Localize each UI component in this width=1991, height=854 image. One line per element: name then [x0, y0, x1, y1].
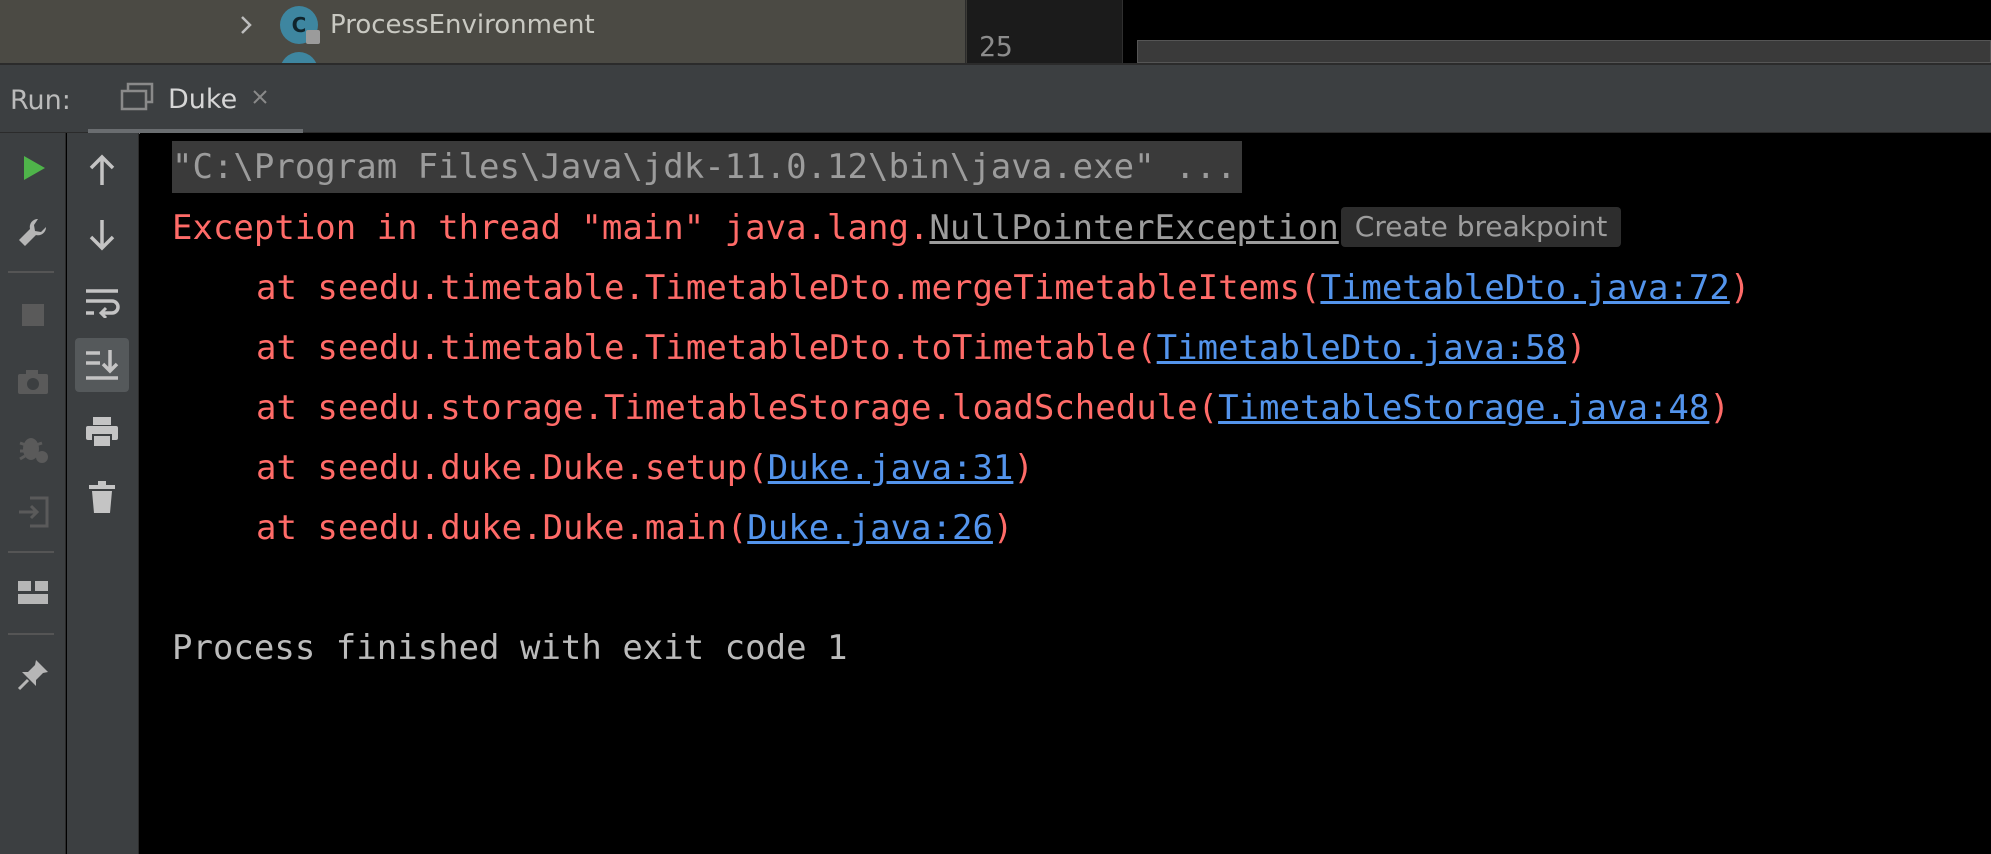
toolbar-separator — [8, 633, 54, 635]
line-number-gutter: 25 — [967, 0, 1123, 63]
source-link[interactable]: Duke.java:31 — [768, 448, 1014, 488]
lock-icon — [306, 30, 320, 44]
tree-item-label: ProcessEnvironment — [330, 10, 595, 40]
source-link[interactable]: TimetableDto.java:72 — [1320, 268, 1729, 308]
line-number: 25 — [979, 30, 1013, 63]
arrow-down-icon[interactable] — [75, 208, 129, 262]
run-left-toolbar — [0, 133, 66, 854]
toolbar-separator — [8, 551, 54, 553]
stack-frame-text: at seedu.timetable.TimetableDto.mergeTim… — [256, 268, 1321, 308]
stack-frame-text: at seedu.storage.TimetableStorage.loadSc… — [256, 388, 1219, 428]
source-link[interactable]: TimetableStorage.java:48 — [1218, 388, 1709, 428]
camera-icon[interactable] — [6, 355, 60, 409]
console-toolbar — [67, 133, 139, 854]
login-arrow-icon[interactable] — [6, 485, 60, 539]
debug-bug-icon[interactable] — [6, 421, 60, 475]
source-link[interactable]: Duke.java:26 — [747, 508, 993, 548]
run-panel-header: Run: Duke — [0, 63, 1991, 134]
stack-trace-line: at seedu.storage.TimetableStorage.loadSc… — [256, 382, 1730, 434]
pin-icon[interactable] — [6, 648, 60, 702]
soft-wrap-icon[interactable] — [75, 275, 129, 329]
stack-frame-suffix: ) — [1709, 388, 1730, 428]
stack-trace-line: at seedu.timetable.TimetableDto.mergeTim… — [256, 262, 1750, 314]
stack-trace-line: at seedu.duke.Duke.main(Duke.java:26) — [256, 502, 1013, 554]
stack-frame-text: at seedu.duke.Duke.main( — [256, 508, 748, 548]
exception-line: Exception in thread "main" java.lang.Nul… — [172, 202, 1622, 254]
scroll-to-end-icon[interactable] — [75, 338, 129, 392]
exit-message: Process finished with exit code 1 — [172, 628, 848, 668]
exception-class-link[interactable]: NullPointerException — [929, 208, 1338, 248]
stack-frame-suffix: ) — [1013, 448, 1034, 488]
layout-icon[interactable] — [6, 566, 60, 620]
code-editor: 25 — [967, 0, 1991, 63]
command-line: "C:\Program Files\Java\jdk-11.0.12\bin\j… — [172, 141, 1243, 193]
stack-trace-line: at seedu.timetable.TimetableDto.toTimeta… — [256, 322, 1587, 374]
print-icon[interactable] — [75, 405, 129, 459]
project-tree: C ProcessEnvironment — [0, 0, 966, 63]
close-icon[interactable] — [251, 88, 269, 111]
exception-prefix: Exception in thread "main" java.lang. — [172, 208, 930, 248]
source-link[interactable]: TimetableDto.java:58 — [1157, 328, 1566, 368]
chevron-right-icon[interactable] — [236, 15, 256, 35]
class-icon: C — [280, 6, 320, 44]
top-strip: C ProcessEnvironment 25 — [0, 0, 1991, 63]
stack-frame-suffix: ) — [1566, 328, 1587, 368]
console-output[interactable]: "C:\Program Files\Java\jdk-11.0.12\bin\j… — [140, 133, 1991, 854]
create-breakpoint-button[interactable]: Create breakpoint — [1340, 207, 1622, 247]
arrow-up-icon[interactable] — [75, 143, 129, 197]
stack-frame-text: at seedu.duke.Duke.setup( — [256, 448, 768, 488]
class-icon-letter: C — [291, 13, 307, 37]
console-window-icon — [120, 82, 154, 117]
tree-item-process-environment[interactable]: C ProcessEnvironment — [236, 4, 595, 46]
trash-icon[interactable] — [75, 470, 129, 524]
class-icon — [280, 52, 318, 63]
stack-trace-line: at seedu.duke.Duke.setup(Duke.java:31) — [256, 442, 1034, 494]
wrench-icon[interactable] — [6, 206, 60, 260]
horizontal-scrollbar[interactable] — [1137, 40, 1991, 63]
toolbar-separator — [8, 271, 54, 273]
stack-frame-text: at seedu.timetable.TimetableDto.toTimeta… — [256, 328, 1157, 368]
stack-frame-suffix: ) — [1729, 268, 1751, 308]
run-panel-title: Run: — [10, 85, 71, 116]
tab-label: Duke — [168, 83, 238, 115]
stack-frame-suffix: ) — [992, 508, 1014, 548]
play-icon[interactable] — [6, 141, 60, 195]
tab-duke[interactable]: Duke — [88, 65, 303, 134]
stop-icon[interactable] — [6, 288, 60, 342]
